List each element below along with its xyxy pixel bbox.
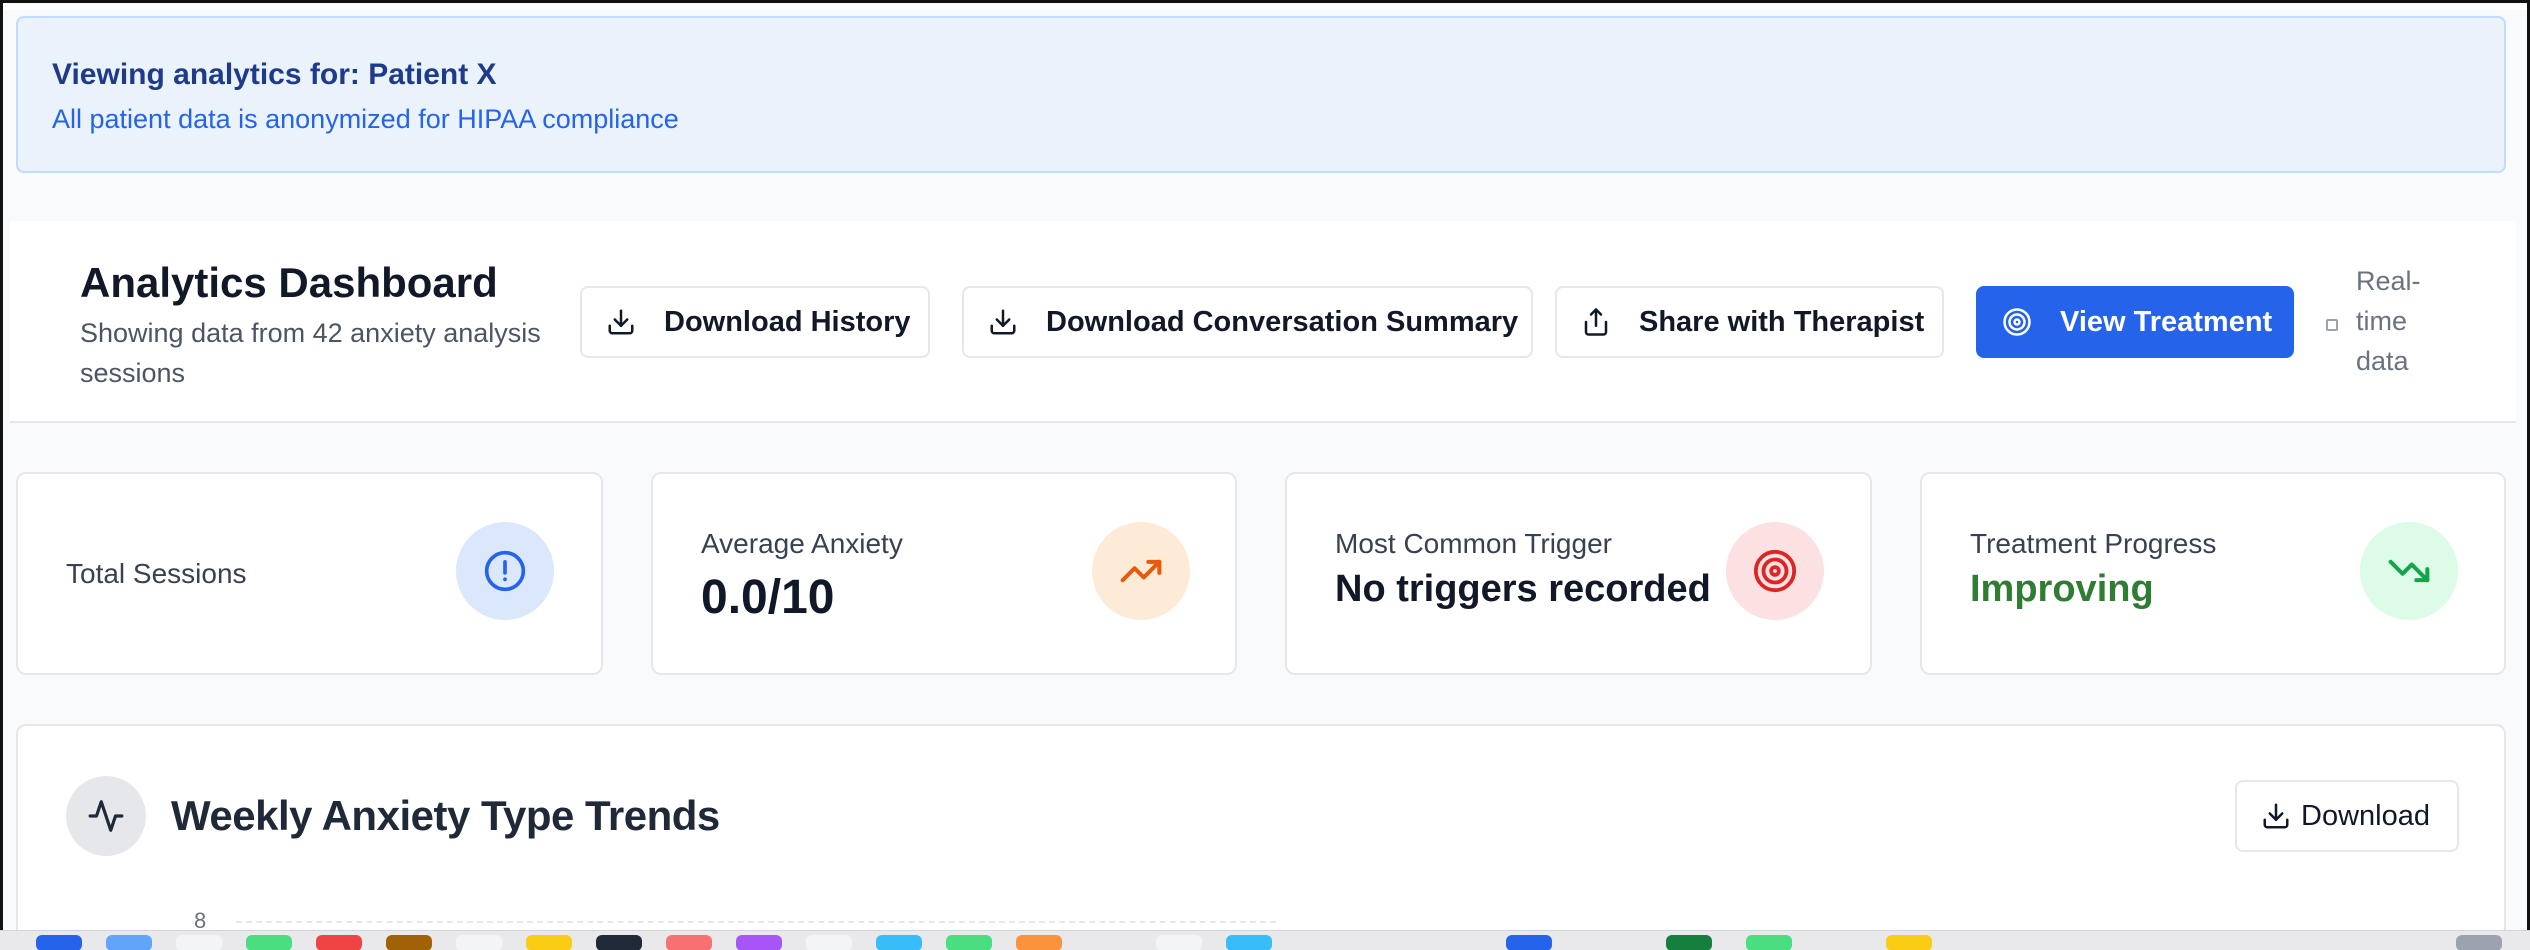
average-anxiety-value: 0.0/10: [701, 571, 835, 624]
trending-up-icon: [1092, 522, 1190, 620]
dock-app-icon[interactable]: [526, 935, 572, 950]
download-summary-button[interactable]: Download Conversation Summary: [962, 286, 1533, 358]
share-with-therapist-label: Share with Therapist: [1639, 305, 1925, 338]
common-trigger-label: Most Common Trigger: [1335, 528, 1612, 559]
page-title: Analytics Dashboard: [80, 259, 498, 306]
dock-app-icon[interactable]: [2456, 935, 2502, 950]
share-with-therapist-button[interactable]: Share with Therapist: [1555, 286, 1944, 358]
dock-app-icon[interactable]: [1156, 935, 1202, 950]
dock-app-icon[interactable]: [736, 935, 782, 950]
download-icon: [2263, 803, 2289, 829]
treatment-progress-card: Treatment Progress Improving: [1920, 472, 2506, 675]
realtime-dot-icon: [2326, 319, 2338, 331]
dock-app-icon[interactable]: [666, 935, 712, 950]
dock-app-icon[interactable]: [386, 935, 432, 950]
dock-app-icon[interactable]: [316, 935, 362, 950]
common-trigger-card: Most Common Trigger No triggers recorded: [1285, 472, 1872, 675]
weekly-trends-section: Weekly Anxiety Type Trends Download 8: [16, 724, 2506, 950]
treatment-progress-label: Treatment Progress: [1970, 528, 2217, 559]
target-icon: [2003, 308, 2031, 336]
total-sessions-label: Total Sessions: [66, 558, 247, 589]
view-treatment-label: View Treatment: [2060, 305, 2273, 338]
download-history-label: Download History: [664, 305, 911, 338]
dock-app-icon[interactable]: [1016, 935, 1062, 950]
dock-app-icon[interactable]: [596, 935, 642, 950]
weekly-trends-title: Weekly Anxiety Type Trends: [171, 792, 720, 839]
dock-app-icon[interactable]: [246, 935, 292, 950]
download-summary-label: Download Conversation Summary: [1046, 305, 1519, 338]
dock-app-icon[interactable]: [876, 935, 922, 950]
dashboard-header: Analytics Dashboard Showing data from 42…: [10, 221, 2516, 423]
download-history-button[interactable]: Download History: [580, 286, 930, 358]
dock-app-icon[interactable]: [1746, 935, 1792, 950]
weekly-trends-download-button[interactable]: Download: [2235, 780, 2459, 852]
dock-app-icon[interactable]: [1226, 935, 1272, 950]
total-sessions-card: Total Sessions: [16, 472, 603, 675]
dock-app-icon[interactable]: [176, 935, 222, 950]
realtime-label: Real-time data: [2356, 266, 2421, 376]
dock-app-icon[interactable]: [1886, 935, 1932, 950]
average-anxiety-label: Average Anxiety: [701, 528, 903, 559]
page-subtitle: Showing data from 42 anxiety analysis se…: [80, 318, 541, 388]
system-dock: [0, 930, 2530, 950]
patient-banner-title: Viewing analytics for: Patient X: [52, 58, 497, 91]
dock-app-icon[interactable]: [1666, 935, 1712, 950]
realtime-indicator: Real-time data: [2326, 261, 2436, 381]
download-icon: [990, 309, 1016, 335]
target-icon: [1726, 522, 1824, 620]
common-trigger-value: No triggers recorded: [1335, 568, 1711, 610]
alert-circle-icon: [456, 522, 554, 620]
patient-banner: Viewing analytics for: Patient X All pat…: [16, 16, 2506, 173]
trending-down-icon: [2360, 522, 2458, 620]
average-anxiety-card: Average Anxiety 0.0/10: [651, 472, 1237, 675]
dock-app-icon[interactable]: [456, 935, 502, 950]
dock-app-icon[interactable]: [1506, 935, 1552, 950]
patient-banner-subtitle: All patient data is anonymized for HIPAA…: [52, 104, 679, 134]
activity-icon: [66, 776, 146, 856]
dock-app-icon[interactable]: [806, 935, 852, 950]
download-icon: [608, 309, 634, 335]
weekly-trends-download-label: Download: [2301, 799, 2430, 832]
dock-app-icon[interactable]: [946, 935, 992, 950]
treatment-progress-value: Improving: [1970, 568, 2154, 610]
share-icon: [1584, 308, 1608, 336]
view-treatment-button[interactable]: View Treatment: [1976, 286, 2294, 358]
chart-gridline: [236, 921, 1276, 923]
dock-app-icon[interactable]: [106, 935, 152, 950]
dock-app-icon[interactable]: [36, 935, 82, 950]
